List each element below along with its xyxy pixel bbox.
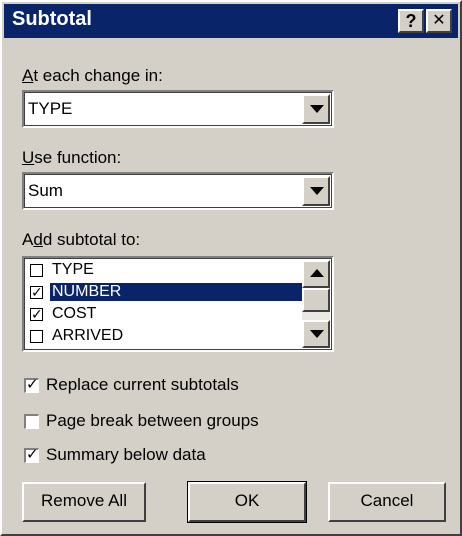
- at-each-change-label: At each change in:: [22, 66, 163, 85]
- list-item-label: ARRIVED: [52, 327, 124, 344]
- list-item-type[interactable]: TYPE: [28, 260, 306, 282]
- chevron-down-icon: [310, 330, 324, 338]
- use-function-label: Use function:: [22, 148, 122, 167]
- list-item-label: COST: [52, 305, 97, 322]
- at-each-change-value: TYPE: [28, 99, 73, 118]
- replace-subtotals-label: Replace current subtotals: [46, 375, 239, 394]
- check-icon: ✓: [31, 284, 43, 300]
- checkbox[interactable]: ✓: [30, 284, 43, 300]
- window-title: Subtotal: [12, 8, 92, 30]
- remove-all-button[interactable]: Remove All: [22, 482, 146, 522]
- list-scrollbar[interactable]: [302, 260, 330, 348]
- cancel-button[interactable]: Cancel: [328, 482, 446, 522]
- check-icon: ✓: [26, 376, 39, 393]
- list-item-label: NUMBER: [50, 283, 306, 301]
- scroll-down-button[interactable]: [302, 320, 330, 348]
- checkbox[interactable]: [30, 330, 43, 343]
- chevron-up-icon: [310, 269, 324, 277]
- use-function-combo[interactable]: Sum: [22, 172, 334, 210]
- title-bar[interactable]: Subtotal ? ✕: [4, 4, 458, 38]
- at-each-change-combo[interactable]: TYPE: [22, 90, 334, 128]
- ok-button[interactable]: OK: [187, 481, 307, 523]
- list-item-arrived[interactable]: ARRIVED: [28, 326, 306, 348]
- add-subtotal-label: Add subtotal to:: [22, 230, 141, 249]
- checkbox[interactable]: ✓: [30, 306, 43, 322]
- close-button[interactable]: ✕: [426, 9, 452, 33]
- use-function-dropdown-button[interactable]: [302, 176, 330, 206]
- ok-label: OK: [234, 491, 260, 510]
- subtotal-dialog: Subtotal ? ✕ At each change in: TYPE Use…: [0, 0, 462, 536]
- help-button[interactable]: ?: [398, 9, 424, 33]
- list-item-cost[interactable]: ✓ COST: [28, 304, 306, 326]
- use-function-value: Sum: [28, 181, 63, 200]
- chevron-down-icon: [310, 187, 324, 195]
- list-item-number[interactable]: ✓ NUMBER: [28, 282, 306, 304]
- check-icon: ✓: [31, 306, 43, 322]
- scroll-up-button[interactable]: [302, 260, 330, 288]
- checkbox[interactable]: [30, 264, 43, 277]
- summary-below-checkbox[interactable]: ✓: [24, 446, 39, 463]
- at-each-change-dropdown-button[interactable]: [302, 94, 330, 124]
- add-subtotal-list[interactable]: TYPE ✓ NUMBER ✓ COST ARRIVED: [22, 256, 334, 352]
- page-break-checkbox[interactable]: [24, 414, 39, 429]
- list-item-label: TYPE: [52, 261, 94, 278]
- scroll-thumb[interactable]: [302, 288, 330, 312]
- page-break-label: Page break between groups: [46, 411, 259, 430]
- summary-below-label: Summary below data: [46, 445, 206, 464]
- replace-subtotals-checkbox[interactable]: ✓: [24, 376, 39, 393]
- chevron-down-icon: [310, 105, 324, 113]
- check-icon: ✓: [26, 446, 39, 463]
